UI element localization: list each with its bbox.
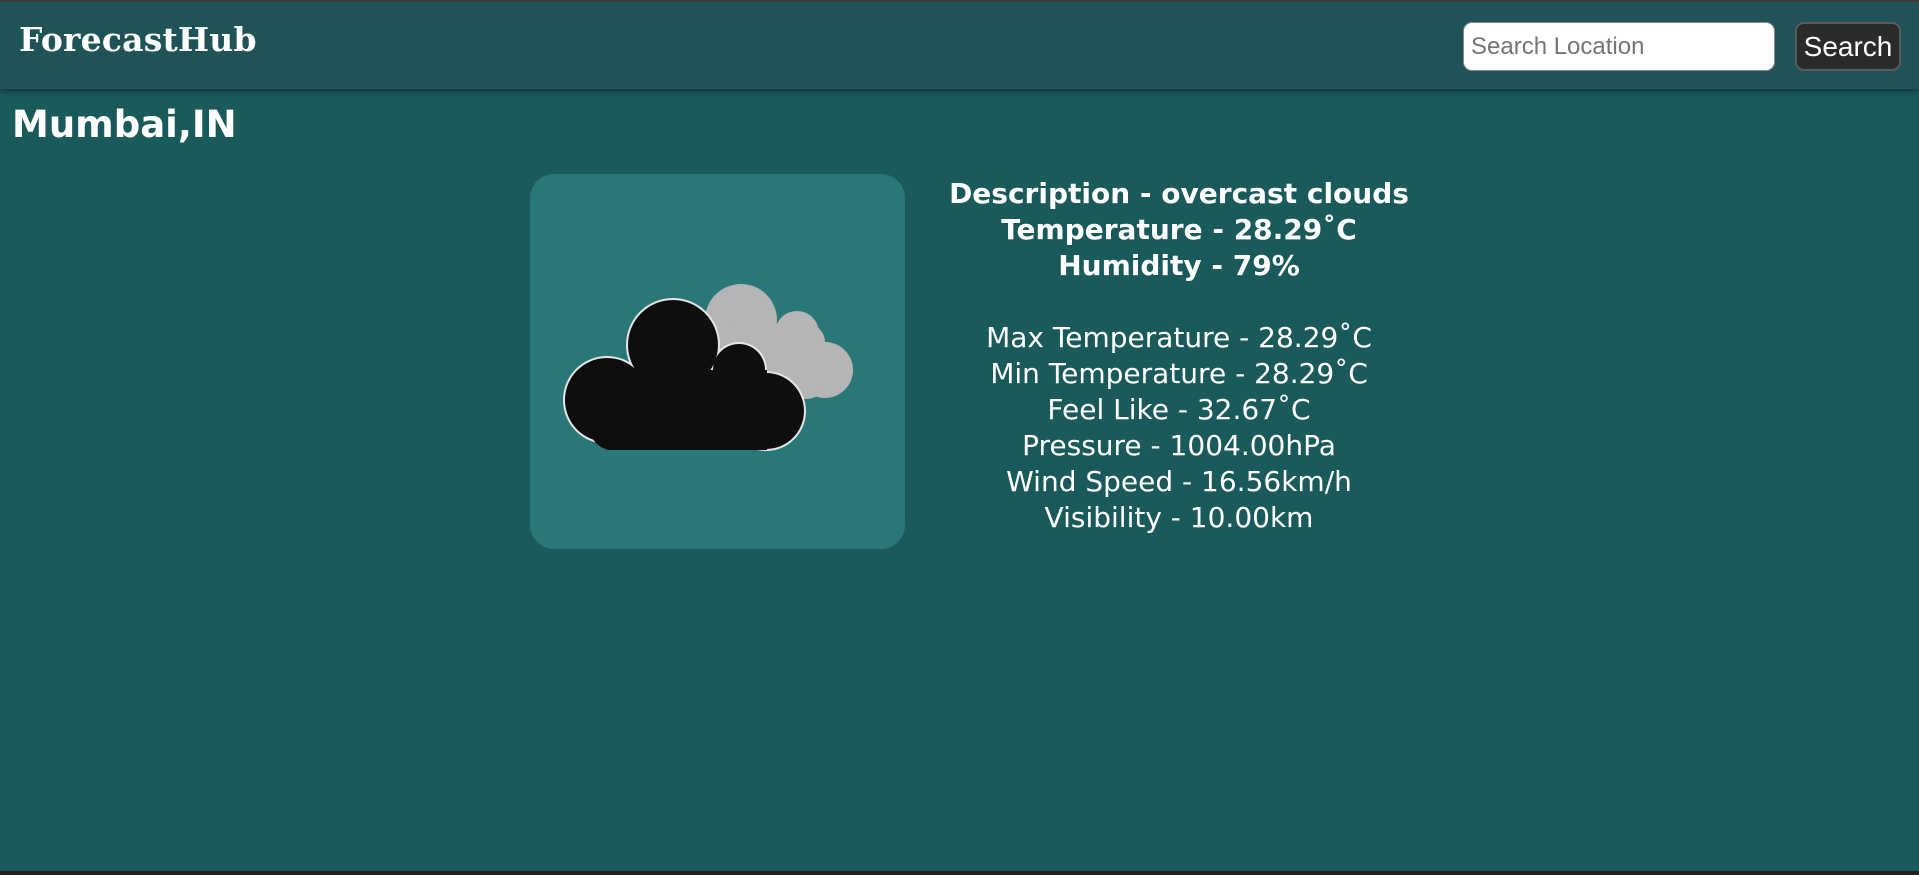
navbar: ForecastHub Search <box>0 2 1919 89</box>
search-location-input[interactable] <box>1463 22 1775 71</box>
overcast-clouds-icon <box>563 284 853 451</box>
feels-like-text: Feel Like - 32.67˚C <box>1047 393 1311 426</box>
humidity-text: Humidity - 79% <box>1058 249 1300 282</box>
max-temperature-text: Max Temperature - 28.29˚C <box>986 321 1372 354</box>
min-temperature-text: Min Temperature - 28.29˚C <box>990 357 1368 390</box>
description-text: Description - overcast clouds <box>949 177 1409 210</box>
temperature-text: Temperature - 28.29˚C <box>1001 213 1357 246</box>
window-bottom-border <box>0 871 1919 875</box>
visibility-text: Visibility - 10.00km <box>1044 501 1314 534</box>
wind-speed-text: Wind Speed - 16.56km/h <box>1006 465 1352 498</box>
location-title: Mumbai,IN <box>12 103 237 146</box>
weather-details: Description - overcast clouds Temperatur… <box>880 176 1478 536</box>
weather-icon-card <box>530 174 905 549</box>
secondary-conditions: Max Temperature - 28.29˚C Min Temperatur… <box>880 320 1478 536</box>
pressure-text: Pressure - 1004.00hPa <box>1022 429 1336 462</box>
brand-logo[interactable]: ForecastHub <box>19 20 257 59</box>
primary-conditions: Description - overcast clouds Temperatur… <box>880 176 1478 284</box>
search-button[interactable]: Search <box>1795 22 1901 71</box>
